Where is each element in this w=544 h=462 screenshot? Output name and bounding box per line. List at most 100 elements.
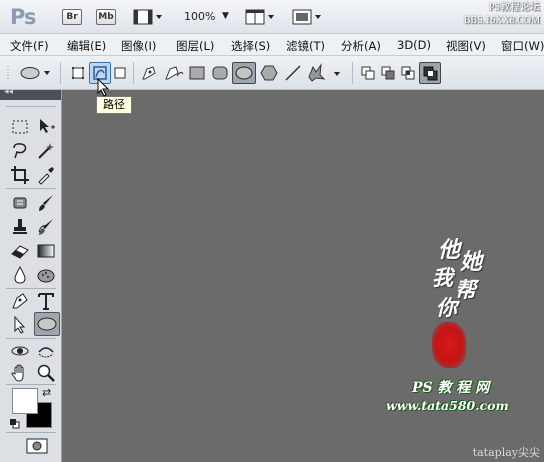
launch-bridge-button[interactable]: Br (62, 9, 82, 25)
separator (6, 384, 56, 385)
menu-edit[interactable]: 编辑(E) (67, 38, 106, 54)
history-brush-tool[interactable] (35, 216, 57, 238)
type-tool[interactable] (35, 290, 57, 312)
custom-shape-option-icon[interactable] (306, 63, 342, 86)
arrange-documents-icon[interactable] (245, 9, 275, 28)
separator (6, 188, 56, 189)
separator (133, 62, 134, 84)
red-seal-stamp (432, 322, 466, 368)
ellipse-tool-icon (37, 317, 57, 331)
magnifier-icon (37, 364, 55, 382)
menu-file[interactable]: 文件(F) (10, 38, 49, 54)
subtract-shapes-icon[interactable] (380, 65, 396, 84)
magic-wand-tool[interactable] (35, 140, 57, 162)
ellipse-icon (235, 66, 253, 80)
forum-watermark: PS教程论坛 BBS.16XX8.COM (464, 1, 540, 27)
mouse-cursor-icon (97, 77, 111, 101)
menu-filter[interactable]: 滤镜(T) (286, 38, 325, 54)
history-brush-icon (38, 219, 53, 235)
menu-analysis[interactable]: 分析(A) (341, 38, 381, 54)
calligraphy-char: 你 (436, 295, 457, 320)
exclude-overlap-icon (423, 66, 438, 81)
calligraphy-char: 帮 (455, 277, 476, 302)
swap-colors-icon[interactable]: ⇄ (42, 386, 51, 399)
menu-window[interactable]: 窗口(W) (501, 38, 544, 54)
3d-orbit-icon (38, 347, 54, 358)
3d-rotate-icon (11, 346, 29, 356)
separator (60, 62, 61, 84)
marquee-icon (12, 120, 28, 134)
pen-tool-option-icon[interactable] (140, 64, 158, 85)
3d-rotate-tool[interactable] (9, 340, 31, 362)
rectangle-option-icon[interactable] (189, 66, 205, 83)
rounded-rectangle-option-icon[interactable] (212, 66, 228, 83)
tool-preset-picker-icon[interactable] (6, 64, 52, 85)
ellipse-tool[interactable] (34, 312, 60, 336)
combine-shapes-icon[interactable] (360, 65, 376, 84)
exclude-overlap-button[interactable] (419, 62, 441, 84)
eraser-tool[interactable] (9, 240, 31, 262)
menu-layer[interactable]: 图层(L) (176, 38, 214, 54)
gradient-tool[interactable] (35, 240, 57, 262)
screen-mode-icon[interactable] (292, 9, 322, 28)
site-brand-name: PS 教 程 网 (412, 380, 490, 396)
site-url: www.tata580.com (386, 398, 509, 413)
launch-minibridge-button[interactable]: Mb (96, 9, 116, 25)
zoom-tool[interactable] (35, 362, 57, 384)
zoom-level[interactable]: 100% (184, 10, 215, 23)
calligraphy-char: 她 (460, 249, 483, 275)
separator (6, 106, 56, 107)
clone-stamp-tool[interactable] (9, 216, 31, 238)
separator (6, 432, 56, 433)
rectangular-marquee-tool[interactable] (9, 116, 31, 138)
view-extras-icon[interactable] (133, 9, 163, 28)
eyedropper-icon (38, 167, 54, 185)
zoom-dropdown-icon[interactable]: ▼ (222, 11, 229, 21)
freeform-pen-option-icon[interactable] (163, 64, 185, 85)
default-colors-icon[interactable] (10, 418, 20, 429)
eyedropper-tool[interactable] (35, 164, 57, 186)
path-selection-icon (14, 315, 26, 334)
menu-select[interactable]: 选择(S) (231, 38, 270, 54)
intersect-shapes-icon[interactable] (400, 65, 416, 84)
calligraphy-char: 他 (438, 237, 461, 263)
fill-pixels-icon[interactable] (113, 66, 127, 83)
spot-healing-tool[interactable] (9, 192, 31, 214)
3d-orbit-tool[interactable] (35, 340, 57, 362)
application-bar: Ps Br Mb 100% ▼ PS教程论坛 BBS.16XX8.COM (0, 0, 544, 34)
blur-icon (14, 265, 26, 284)
separator (352, 62, 353, 84)
sponge-icon (37, 269, 55, 283)
lasso-tool[interactable] (9, 140, 31, 162)
ellipse-option-button[interactable] (232, 62, 256, 84)
foreground-color-swatch[interactable] (12, 388, 38, 414)
type-icon (38, 293, 54, 310)
pen-icon (12, 293, 28, 309)
calligraphy-char: 我 (432, 265, 453, 290)
options-bar (0, 56, 544, 90)
quick-mask-icon[interactable] (26, 438, 48, 454)
forum-watermark-line2: BBS.16XX8.COM (463, 15, 540, 26)
sponge-tool[interactable] (35, 264, 57, 286)
menu-view[interactable]: 视图(V) (446, 38, 486, 54)
stamp-icon (13, 219, 27, 234)
hand-tool[interactable] (9, 362, 31, 384)
polygon-option-icon[interactable] (260, 64, 278, 85)
magic-wand-icon (38, 143, 54, 159)
shape-layers-icon[interactable] (70, 65, 86, 84)
blur-tool[interactable] (9, 264, 31, 286)
brush-tool[interactable] (35, 192, 57, 214)
pen-tool[interactable] (9, 290, 31, 312)
eraser-icon (11, 245, 29, 259)
move-tool[interactable] (35, 116, 57, 138)
path-selection-tool[interactable] (9, 314, 31, 336)
collapse-icon[interactable]: ◂◂ (4, 87, 13, 97)
hand-icon (11, 364, 24, 382)
menu-image[interactable]: 图像(I) (121, 38, 156, 54)
lasso-icon (13, 143, 27, 159)
crop-tool[interactable] (9, 164, 31, 186)
menu-3d[interactable]: 3D(D) (397, 38, 431, 52)
move-icon (40, 119, 55, 133)
line-option-icon[interactable] (284, 64, 302, 85)
toolbox-header[interactable]: ◂◂ (0, 87, 61, 100)
